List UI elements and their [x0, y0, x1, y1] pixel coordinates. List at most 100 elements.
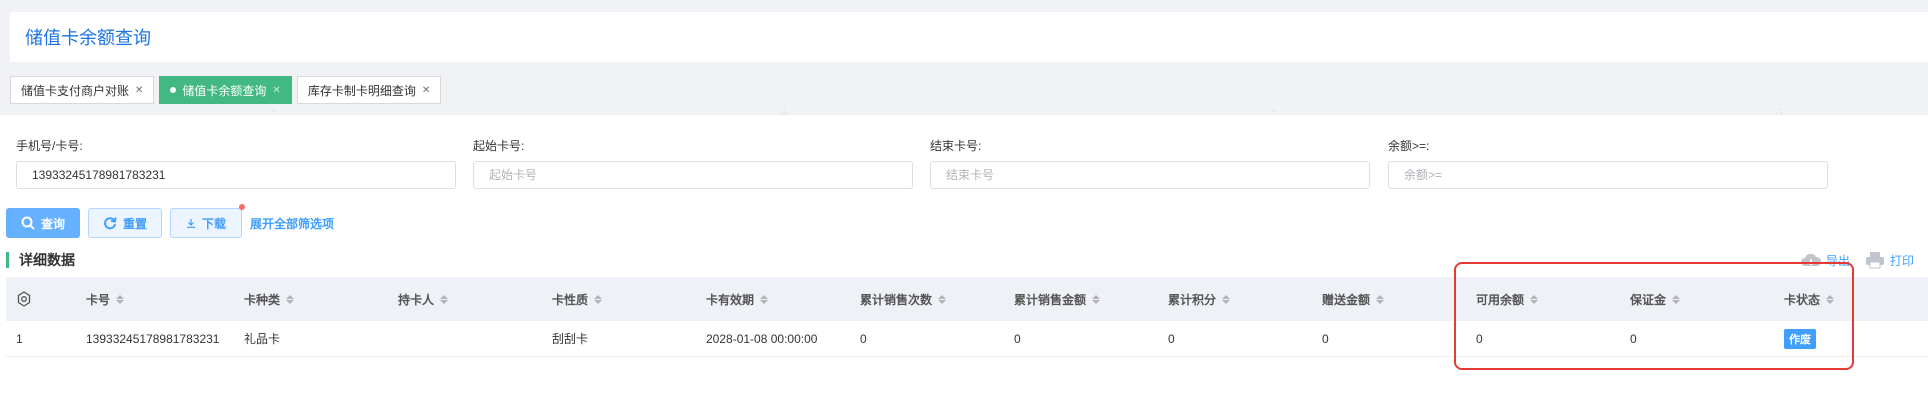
data-table: 卡号 卡种类 持卡人 卡性质 卡有效期 累计销售次数 累计销售金额 累计积分 赠… [6, 277, 1928, 357]
table-row[interactable]: 1 13933245178981783231 礼品卡 刮刮卡 2028-01-0… [6, 321, 1928, 357]
cell-points: 0 [1168, 331, 1175, 346]
tab-label: 储值卡余额查询 [182, 83, 267, 98]
column-header-label: 累计积分 [1168, 292, 1217, 307]
start-card-input[interactable] [473, 161, 913, 189]
filter-end-card: 结束卡号: [930, 137, 1370, 189]
column-header-holder[interactable]: 持卡人 [388, 277, 542, 321]
expand-filters-link[interactable]: 展开全部筛选项 [250, 215, 334, 232]
phone-card-input[interactable] [16, 161, 456, 189]
download-label: 下载 [202, 216, 227, 231]
column-header-available-balance[interactable]: 可用余额 [1466, 277, 1620, 321]
main-content: 手机号/卡号: 起始卡号: 结束卡号: 余额>=: 查询 [0, 115, 1928, 419]
action-buttons: 查询 重置 下载 展开全部筛选项 [6, 204, 334, 238]
gear-icon [17, 291, 31, 307]
column-header-gift-amount[interactable]: 赠送金额 [1312, 277, 1466, 321]
cell-card-no: 13933245178981783231 [86, 331, 220, 346]
cell-gift-amount: 0 [1322, 331, 1329, 346]
table-actions: 导出 打印 [1800, 251, 1914, 269]
column-header-label: 卡种类 [244, 292, 281, 307]
column-header-card-type[interactable]: 卡种类 [234, 277, 388, 321]
column-header-label: 可用余额 [1476, 292, 1525, 307]
search-icon [21, 216, 35, 230]
download-button[interactable]: 下载 [170, 204, 246, 238]
cell-deposit: 0 [1630, 331, 1637, 346]
column-header-expiry[interactable]: 卡有效期 [696, 277, 850, 321]
print-button[interactable]: 打印 [1864, 251, 1914, 269]
page-header: 储值卡余额查询 [10, 12, 1928, 62]
sort-icon[interactable] [1530, 294, 1539, 304]
export-button[interactable]: 导出 [1800, 252, 1850, 269]
query-label: 查询 [41, 216, 66, 231]
close-icon[interactable]: ✕ [422, 85, 430, 96]
export-label: 导出 [1825, 253, 1850, 268]
page-title: 储值卡余额查询 [25, 28, 151, 48]
column-header-label: 累计销售金额 [1014, 292, 1087, 307]
end-card-input[interactable] [930, 161, 1370, 189]
cell-expiry: 2028-01-08 00:00:00 [706, 331, 818, 346]
cell-sales-count: 0 [860, 331, 867, 346]
cloud-download-icon [1800, 253, 1821, 266]
column-header-label: 保证金 [1630, 292, 1667, 307]
column-header-card-status[interactable]: 卡状态 [1774, 277, 1928, 321]
sort-icon[interactable] [1672, 294, 1681, 304]
download-icon [187, 219, 196, 228]
notification-dot-icon [239, 204, 246, 210]
sort-icon[interactable] [1376, 294, 1385, 304]
printer-icon [1865, 252, 1884, 269]
table-header-row: 卡号 卡种类 持卡人 卡性质 卡有效期 累计销售次数 累计销售金额 累计积分 赠… [6, 277, 1928, 321]
cell-available-balance: 0 [1476, 331, 1483, 346]
filter-phone-card: 手机号/卡号: [16, 137, 456, 189]
sort-icon[interactable] [440, 294, 449, 304]
filter-label: 结束卡号: [930, 139, 982, 153]
column-header-points[interactable]: 累计积分 [1158, 277, 1312, 321]
filter-balance: 余额>=: [1388, 137, 1828, 189]
column-header-label: 卡状态 [1784, 292, 1821, 307]
tab-balance-query[interactable]: 储值卡余额查询 ✕ [159, 76, 292, 104]
filter-start-card: 起始卡号: [473, 137, 913, 189]
cell-holder [388, 321, 542, 356]
sort-icon[interactable] [1222, 294, 1231, 304]
column-header-label: 赠送金额 [1322, 292, 1371, 307]
sort-icon[interactable] [286, 294, 295, 304]
close-icon[interactable]: ✕ [272, 85, 280, 96]
filter-label: 起始卡号: [473, 139, 525, 153]
row-index: 1 [16, 331, 23, 346]
cell-sales-amount: 0 [1014, 331, 1021, 346]
close-icon[interactable]: ✕ [135, 85, 143, 96]
refresh-icon [104, 217, 117, 230]
filter-form: 手机号/卡号: 起始卡号: 结束卡号: 余额>=: [16, 137, 1916, 197]
tab-label: 库存卡制卡明细查询 [307, 83, 416, 98]
column-header-label: 持卡人 [398, 292, 435, 307]
reset-button[interactable]: 重置 [88, 208, 163, 238]
column-header-card-nature[interactable]: 卡性质 [542, 277, 696, 321]
tab-inventory-card-detail[interactable]: 库存卡制卡明细查询 ✕ [296, 76, 442, 104]
tab-merchant-reconciliation[interactable]: 储值卡支付商户对账 ✕ [10, 76, 155, 104]
query-button[interactable]: 查询 [6, 208, 81, 238]
status-badge: 作废 [1784, 328, 1816, 349]
column-header-sales-count[interactable]: 累计销售次数 [850, 277, 1004, 321]
sort-icon[interactable] [1826, 294, 1835, 304]
active-dot-icon [170, 87, 177, 93]
column-header-label: 卡号 [86, 292, 111, 307]
tab-label: 储值卡支付商户对账 [21, 83, 130, 98]
column-header-deposit[interactable]: 保证金 [1620, 277, 1774, 321]
section-title: 详细数据 [6, 252, 75, 268]
filter-label: 手机号/卡号: [16, 139, 83, 153]
filter-label: 余额>=: [1388, 139, 1430, 153]
sort-icon[interactable] [116, 294, 125, 304]
cell-card-status: 作废 [1774, 321, 1928, 356]
balance-input[interactable] [1388, 161, 1828, 189]
sort-icon[interactable] [1092, 294, 1101, 304]
tabs-bar: 储值卡支付商户对账 ✕ 储值卡余额查询 ✕ 库存卡制卡明细查询 ✕ [10, 76, 1928, 106]
cell-card-type: 礼品卡 [244, 332, 281, 346]
column-header-card-no[interactable]: 卡号 [76, 277, 234, 321]
sort-icon[interactable] [938, 294, 947, 304]
reset-label: 重置 [123, 216, 148, 231]
sort-icon[interactable] [594, 294, 603, 304]
column-header-label: 卡有效期 [706, 292, 755, 307]
print-label: 打印 [1889, 253, 1914, 268]
sort-icon[interactable] [760, 294, 769, 304]
column-settings-button[interactable] [6, 277, 76, 321]
section-header: 详细数据 导出 打印 [6, 249, 1922, 271]
column-header-sales-amount[interactable]: 累计销售金额 [1004, 277, 1158, 321]
